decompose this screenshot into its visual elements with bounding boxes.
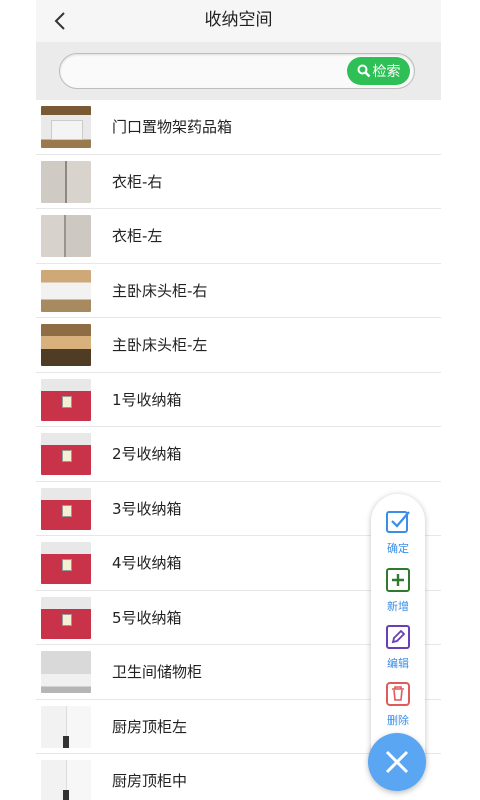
search-bar: 检索 [36, 42, 441, 100]
delete-label: 删除 [387, 714, 409, 727]
item-thumbnail [41, 651, 91, 693]
item-label: 主卧床头柜-右 [112, 281, 208, 300]
confirm-button[interactable]: 确定 [371, 506, 425, 558]
item-thumbnail [41, 596, 91, 639]
list-item[interactable]: 主卧床头柜-右 [36, 264, 441, 318]
pencil-icon [386, 625, 410, 649]
edit-label: 编辑 [387, 657, 409, 670]
edit-button[interactable]: 编辑 [371, 621, 425, 673]
item-label: 厨房顶柜中 [112, 772, 188, 790]
trash-icon [386, 682, 410, 706]
item-thumbnail [41, 106, 91, 148]
list-item[interactable]: 2号收纳箱 [36, 427, 441, 482]
search-box: 检索 [59, 53, 415, 89]
list-item[interactable]: 主卧床头柜-左 [36, 318, 441, 373]
search-button-label: 检索 [372, 64, 401, 80]
add-button[interactable]: 新增 [371, 564, 425, 616]
item-label: 1号收纳箱 [112, 390, 182, 409]
item-label: 厨房顶柜左 [112, 717, 188, 736]
item-thumbnail [41, 760, 91, 800]
item-thumbnail [41, 542, 91, 584]
list-item[interactable]: 衣柜-左 [36, 209, 441, 264]
item-thumbnail [41, 487, 91, 530]
item-thumbnail [41, 160, 91, 203]
item-thumbnail [41, 378, 91, 421]
item-label: 3号收纳箱 [112, 499, 182, 518]
close-icon [385, 750, 409, 774]
confirm-label: 确定 [387, 542, 409, 555]
plus-square-icon [386, 568, 410, 592]
list-item[interactable]: 门口置物架药品箱 [36, 100, 441, 155]
search-button[interactable]: 检索 [347, 57, 410, 85]
item-thumbnail [41, 705, 91, 748]
search-input[interactable] [72, 59, 346, 85]
item-thumbnail [41, 324, 91, 366]
header: 收纳空间 [36, 0, 441, 42]
item-thumbnail [41, 269, 91, 312]
list-item[interactable]: 1号收纳箱 [36, 373, 441, 427]
item-label: 主卧床头柜-左 [112, 336, 208, 354]
item-thumbnail [41, 433, 91, 475]
item-label: 衣柜-左 [112, 227, 163, 245]
page-title: 收纳空间 [204, 10, 273, 30]
item-thumbnail [41, 215, 91, 257]
checkbox-icon [386, 511, 410, 533]
delete-button[interactable]: 删除 [371, 678, 425, 730]
close-menu-button[interactable] [368, 733, 426, 791]
item-label: 5号收纳箱 [112, 608, 182, 627]
item-label: 衣柜-右 [112, 172, 163, 191]
list-item[interactable]: 衣柜-右 [36, 155, 441, 209]
search-icon [357, 64, 370, 78]
item-label: 4号收纳箱 [112, 554, 182, 572]
add-label: 新增 [387, 600, 409, 613]
item-label: 卫生间储物柜 [112, 663, 203, 681]
item-label: 2号收纳箱 [112, 445, 182, 463]
item-label: 门口置物架药品箱 [112, 118, 233, 136]
